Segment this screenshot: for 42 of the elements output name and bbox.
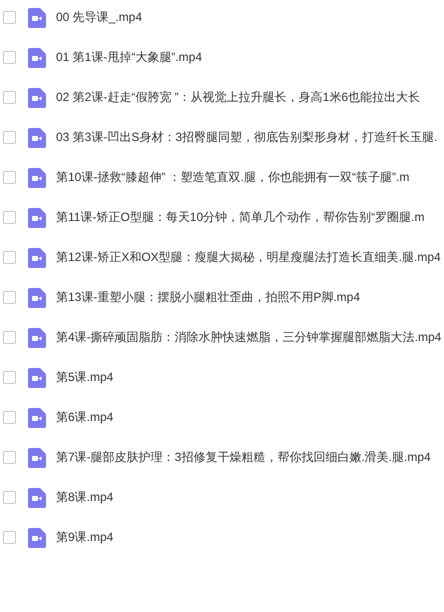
file-name[interactable]: 03 第3课-凹出S身材：3招臀腿同塑，彻底告别梨形身材，打造纤长玉腿. [56, 129, 438, 146]
video-file-icon [28, 128, 46, 148]
file-name[interactable]: 01 第1课-甩掉“大象腿”.mp4 [56, 49, 202, 66]
file-name[interactable]: 第6课.mp4 [56, 409, 114, 426]
checkbox[interactable] [3, 91, 16, 104]
file-name[interactable]: 第5课.mp4 [56, 369, 114, 386]
file-name[interactable]: 第9课.mp4 [56, 529, 114, 546]
file-name[interactable]: 第12课-矫正X和OX型腿：瘦腿大揭秘，明星瘦腿法打造长直细美.腿.mp4 [56, 249, 441, 266]
file-name[interactable]: 第4课-撕碎顽固脂肪：消除水肿快速燃脂，三分钟掌握腿部燃脂大法.mp4 [56, 329, 442, 346]
file-name[interactable]: 第10课-拯救“膝超伸” ：塑造笔直双.腿，你也能拥有一双“筷子腿”.m [56, 169, 410, 186]
checkbox[interactable] [3, 531, 16, 544]
video-file-icon [28, 528, 46, 548]
file-name[interactable]: 第11课-矫正O型腿：每天10分钟，简单几个动作，帮你告别“罗圈腿.m [56, 209, 424, 226]
video-file-icon [28, 48, 46, 68]
checkbox[interactable] [3, 211, 16, 224]
checkbox[interactable] [3, 451, 16, 464]
video-file-icon [28, 168, 46, 188]
video-file-icon [28, 368, 46, 388]
file-name[interactable]: 第8课.mp4 [56, 489, 114, 506]
checkbox[interactable] [3, 251, 16, 264]
video-file-icon [28, 8, 46, 28]
video-file-icon [28, 88, 46, 108]
checkbox[interactable] [3, 371, 16, 384]
file-name[interactable]: 第7课-腿部皮肤护理：3招修复干燥粗糙，帮你找回细白嫩.滑美.腿.mp4 [56, 449, 431, 466]
video-file-icon [28, 328, 46, 348]
file-name[interactable]: 02 第2课-赶走“假胯宽 ”：从视觉上拉升腿长，身高1米6也能拉出大长 [56, 89, 420, 106]
video-file-icon [28, 488, 46, 508]
checkbox[interactable] [3, 11, 16, 24]
video-file-icon [28, 288, 46, 308]
video-file-icon [28, 408, 46, 428]
video-file-icon [28, 248, 46, 268]
checkbox[interactable] [3, 131, 16, 144]
checkbox[interactable] [3, 331, 16, 344]
video-file-icon [28, 448, 46, 468]
file-name[interactable]: 00 先导课_.mp4 [56, 9, 142, 26]
file-name[interactable]: 第13课-重塑小腿：摆脱小腿粗壮歪曲，拍照不用P脚.mp4 [56, 289, 360, 306]
checkbox[interactable] [3, 171, 16, 184]
checkbox[interactable] [3, 51, 16, 64]
checkbox[interactable] [3, 411, 16, 424]
checkbox[interactable] [3, 291, 16, 304]
video-file-icon [28, 208, 46, 228]
checkbox[interactable] [3, 491, 16, 504]
